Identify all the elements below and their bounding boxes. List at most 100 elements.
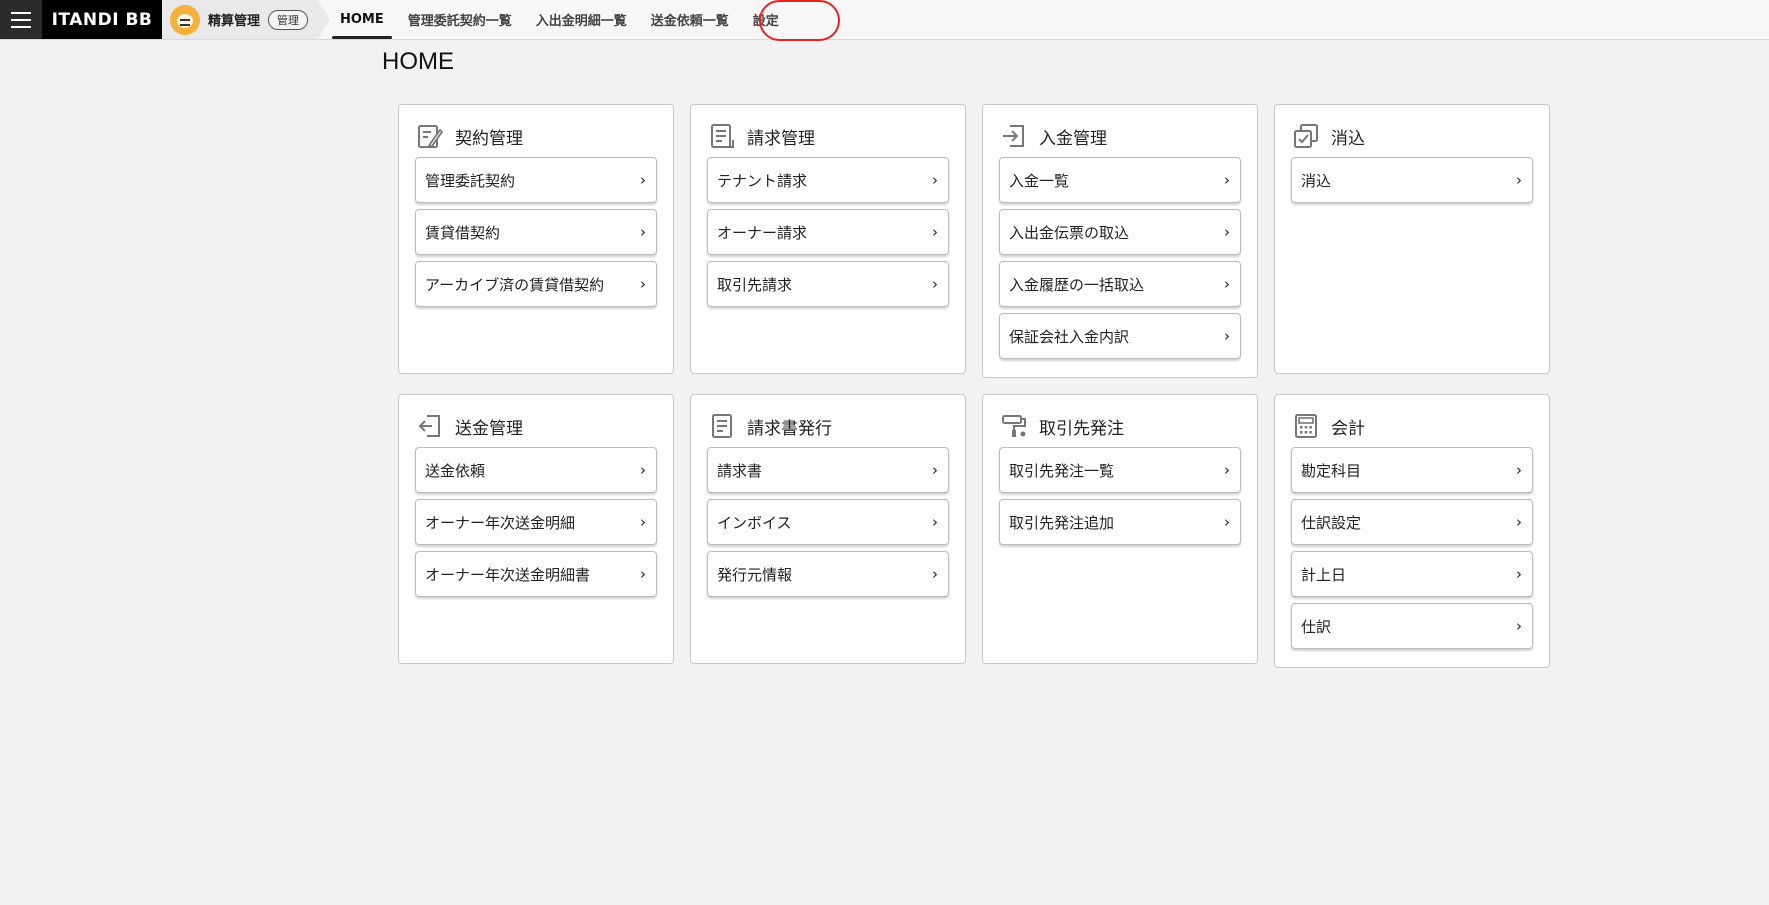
chevron-right-icon: ›: [1516, 513, 1522, 531]
chevron-right-icon: ›: [932, 275, 938, 293]
link-qualified-invoice[interactable]: インボイス ›: [707, 499, 949, 545]
card-deposit-management: 入金管理 入金一覧 › 入出金伝票の取込 › 入金履歴の一括取込 › 保証会社入金内訳…: [982, 104, 1258, 378]
chevron-right-icon: ›: [640, 275, 646, 293]
link-label: 仕訳: [1301, 617, 1332, 636]
link-label: オーナー請求: [717, 223, 808, 242]
chevron-right-icon: ›: [640, 223, 646, 241]
card-title: 取引先発注: [1039, 418, 1124, 439]
chevron-right-icon: ›: [932, 171, 938, 189]
link-label: 計上日: [1301, 565, 1347, 584]
link-vendor-order-list[interactable]: 取引先発注一覧 ›: [999, 447, 1241, 493]
link-label: 取引先請求: [717, 275, 793, 294]
card-contract-management: 契約管理 管理委託契約 › 賃貸借契約 › アーカイブ済の賃貸借契約 ›: [398, 104, 674, 374]
link-posting-date[interactable]: 計上日 ›: [1291, 551, 1533, 597]
link-archived-lease-contract[interactable]: アーカイブ済の賃貸借契約 ›: [415, 261, 657, 307]
link-tenant-billing[interactable]: テナント請求 ›: [707, 157, 949, 203]
link-remittance-request[interactable]: 送金依頼 ›: [415, 447, 657, 493]
chevron-right-icon: ›: [1224, 327, 1230, 345]
link-issuer-info[interactable]: 発行元情報 ›: [707, 551, 949, 597]
card-reconciliation: 消込 消込 ›: [1274, 104, 1550, 374]
calculator-icon: [1295, 414, 1317, 438]
invoice-document-icon: [711, 124, 734, 148]
link-label: 請求書: [717, 461, 763, 480]
link-management-contract[interactable]: 管理委託契約 ›: [415, 157, 657, 203]
link-label: 保証会社入金内訳: [1009, 327, 1130, 346]
link-label: 入金履歴の一括取込: [1009, 275, 1145, 294]
link-label: 消込: [1301, 171, 1332, 190]
link-owner-billing[interactable]: オーナー請求 ›: [707, 209, 949, 255]
chevron-right-icon: ›: [640, 565, 646, 583]
link-invoice[interactable]: 請求書 ›: [707, 447, 949, 493]
link-label: 勘定科目: [1301, 461, 1362, 480]
nav-tab-remittance-requests[interactable]: 送金依頼一覧: [651, 0, 729, 39]
link-reconciliation[interactable]: 消込 ›: [1291, 157, 1533, 203]
chevron-right-icon: ›: [640, 171, 646, 189]
reconcile-check-icon: [1294, 124, 1318, 148]
link-owner-annual-remittance-details[interactable]: オーナー年次送金明細 ›: [415, 499, 657, 545]
link-guarantor-deposit-breakdown[interactable]: 保証会社入金内訳 ›: [999, 313, 1241, 359]
link-label: テナント請求: [717, 171, 808, 190]
link-label: オーナー年次送金明細: [425, 513, 576, 532]
link-lease-contract[interactable]: 賃貸借契約 ›: [415, 209, 657, 255]
main-nav: HOME 管理委託契約一覧 入出金明細一覧 送金依頼一覧 設定: [332, 0, 803, 39]
page-title: HOME: [382, 48, 454, 75]
link-label: 入出金伝票の取込: [1009, 223, 1130, 242]
link-label: アーカイブ済の賃貸借契約: [425, 275, 605, 294]
top-navigation-bar: ITANDI BB 精算管理 管理 HOME 管理委託契約一覧 入出金明細一覧 …: [0, 0, 1769, 41]
link-account-titles[interactable]: 勘定科目 ›: [1291, 447, 1533, 493]
nav-tab-management-contracts[interactable]: 管理委託契約一覧: [408, 0, 512, 39]
chevron-right-icon: ›: [1516, 565, 1522, 583]
card-accounting: 会計 勘定科目 › 仕訳設定 › 計上日 › 仕訳 ›: [1274, 394, 1550, 668]
chevron-right-icon: ›: [1224, 461, 1230, 479]
paint-roller-icon: [1002, 415, 1026, 437]
link-label: 仕訳設定: [1301, 513, 1362, 532]
chevron-right-icon: ›: [1516, 461, 1522, 479]
card-title: 会計: [1331, 418, 1365, 439]
link-owner-annual-remittance-statement[interactable]: オーナー年次送金明細書 ›: [415, 551, 657, 597]
chevron-right-icon: ›: [640, 513, 646, 531]
card-remittance-management: 送金管理 送金依頼 › オーナー年次送金明細 › オーナー年次送金明細書 ›: [398, 394, 674, 664]
link-label: 取引先発注追加: [1009, 513, 1115, 532]
link-slip-import[interactable]: 入出金伝票の取込 ›: [999, 209, 1241, 255]
document-icon: [712, 414, 732, 438]
link-label: 送金依頼: [425, 461, 486, 480]
link-vendor-billing[interactable]: 取引先請求 ›: [707, 261, 949, 307]
link-label: オーナー年次送金明細書: [425, 565, 591, 584]
card-vendor-orders: 取引先発注 取引先発注一覧 › 取引先発注追加 ›: [982, 394, 1258, 664]
card-billing-management: 請求管理 テナント請求 › オーナー請求 › 取引先請求 ›: [690, 104, 966, 374]
link-add-vendor-order[interactable]: 取引先発注追加 ›: [999, 499, 1241, 545]
chevron-right-icon: ›: [932, 223, 938, 241]
link-label: 取引先発注一覧: [1009, 461, 1115, 480]
menu-icon[interactable]: [0, 0, 42, 39]
chevron-right-icon: ›: [932, 513, 938, 531]
nav-tab-settings[interactable]: 設定: [753, 0, 779, 39]
card-title: 送金管理: [455, 418, 523, 439]
chevron-right-icon: ›: [640, 461, 646, 479]
itandi-bb-logo[interactable]: ITANDI BB: [42, 0, 162, 39]
product-switcher[interactable]: 精算管理 管理: [162, 0, 330, 39]
card-title: 請求書発行: [747, 418, 832, 439]
link-label: 発行元情報: [717, 565, 793, 584]
nav-tab-transactions[interactable]: 入出金明細一覧: [536, 0, 627, 39]
chevron-right-icon: ›: [1224, 171, 1230, 189]
link-label: 管理委託契約: [425, 171, 516, 190]
chevron-right-icon: ›: [1516, 171, 1522, 189]
product-name: 精算管理: [208, 14, 261, 29]
card-title: 請求管理: [747, 128, 815, 149]
nav-tab-home[interactable]: HOME: [332, 0, 392, 39]
link-deposit-list[interactable]: 入金一覧 ›: [999, 157, 1241, 203]
chevron-right-icon: ›: [1516, 617, 1522, 635]
chevron-right-icon: ›: [1224, 513, 1230, 531]
link-label: 入金一覧: [1009, 171, 1070, 190]
link-journal-settings[interactable]: 仕訳設定 ›: [1291, 499, 1533, 545]
chevron-right-icon: ›: [932, 565, 938, 583]
chevron-right-icon: ›: [1224, 275, 1230, 293]
card-title: 入金管理: [1039, 128, 1107, 149]
link-journal-entries[interactable]: 仕訳 ›: [1291, 603, 1533, 649]
deposit-import-icon: [1003, 125, 1024, 147]
link-label: インボイス: [717, 513, 792, 532]
remittance-export-icon: [418, 415, 440, 437]
link-bulk-deposit-import[interactable]: 入金履歴の一括取込 ›: [999, 261, 1241, 307]
product-role-badge: 管理: [268, 9, 309, 30]
card-title: 消込: [1331, 128, 1365, 149]
